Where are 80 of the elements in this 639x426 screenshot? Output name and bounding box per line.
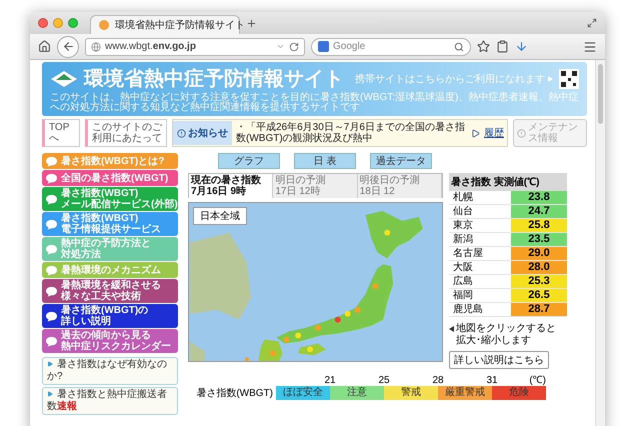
site-title: 環境省熱中症予防情報サイト — [84, 66, 345, 92]
qr-code-icon — [559, 68, 579, 88]
legend-tick: 25 — [378, 375, 390, 386]
speech-bubble-icon — [45, 218, 58, 230]
search-icon[interactable] — [454, 42, 464, 52]
browser-tab[interactable]: 環境省熱中症予防情報サイト — [90, 15, 240, 34]
legend-tick: (℃) — [529, 374, 546, 386]
search-engine-icon[interactable] — [318, 41, 329, 52]
fullscreen-icon[interactable] — [587, 18, 597, 28]
left-triangle-icon — [449, 326, 454, 332]
map-tab[interactable]: 明日の予測 17日 12時 — [273, 174, 358, 198]
zoom-button[interactable] — [68, 18, 78, 28]
value-cell: 28.7 — [511, 303, 567, 316]
clipboard-icon[interactable] — [496, 40, 509, 53]
play-icon[interactable] — [471, 128, 480, 138]
search-field[interactable]: Google — [311, 38, 471, 56]
sidebar-link[interactable]: 暑さ指数はなぜ有効なのか? — [42, 357, 178, 385]
value-cell: 25.3 — [511, 275, 567, 288]
alert-icon — [517, 128, 526, 138]
speech-bubble-icon — [45, 194, 58, 204]
speech-bubble-icon — [45, 172, 58, 184]
legend-label: 暑さ指数(WBGT) — [195, 386, 274, 400]
map-tab[interactable]: 現在の暑さ指数 7月16日 9時 — [189, 174, 274, 198]
legend-tick: 21 — [324, 375, 336, 386]
region-label: 日本全域 — [193, 207, 247, 225]
address-field[interactable]: www.wbgt.env.go.jp — [85, 38, 305, 56]
legend-segment: 警戒 — [384, 386, 438, 400]
triangle-icon — [47, 361, 53, 368]
sidebar-link[interactable]: 暑さ指数と熱中症搬送者数速報 — [42, 387, 178, 415]
speech-bubble-icon — [45, 336, 58, 346]
notice-text[interactable]: ・「平成26年6月30日～7月6日までの全国の暑さ指数(WBGT)の観測状況及び熱中 — [236, 122, 467, 144]
speech-bubble-icon — [45, 310, 58, 322]
reload-icon[interactable] — [289, 42, 299, 52]
legend-segment: 危険 — [492, 386, 546, 400]
legend-segment: 注意 — [330, 386, 384, 400]
top-link[interactable]: TOPへ — [42, 119, 80, 147]
triangle-icon — [47, 391, 53, 398]
value-cell: 23.5 — [511, 233, 567, 246]
legend-tick: 28 — [432, 375, 444, 386]
history-link[interactable]: 履歴 — [484, 126, 504, 140]
speech-bubble-icon — [45, 264, 58, 276]
alert-icon — [177, 128, 186, 138]
view-button[interactable]: 日 表 — [294, 153, 356, 169]
back-button[interactable] — [57, 36, 79, 58]
close-button[interactable] — [38, 18, 48, 28]
speech-bubble-icon — [45, 156, 58, 166]
about-link[interactable]: このサイトのご利用にあたって — [85, 119, 167, 147]
view-button[interactable]: 過去データ — [370, 153, 432, 169]
value-cell: 25.8 — [511, 219, 567, 232]
map-tab[interactable]: 明後日の予測 18日 12 — [358, 174, 442, 198]
value-cell: 29.0 — [511, 247, 567, 260]
view-button[interactable]: グラフ — [218, 153, 280, 169]
detail-button[interactable]: 詳しい説明はこちら — [449, 351, 549, 369]
globe-icon — [91, 42, 101, 52]
new-tab-icon[interactable] — [246, 18, 257, 28]
back-arrow-icon[interactable] — [62, 40, 74, 53]
value-cell: 28.0 — [511, 261, 567, 274]
value-cell: 26.5 — [511, 289, 567, 302]
value-cell: 24.7 — [511, 205, 567, 218]
home-icon[interactable] — [38, 40, 51, 53]
menu-icon[interactable] — [583, 40, 597, 54]
legend-segment: ほぼ安全 — [276, 386, 330, 400]
site-tagline: このサイトは、熱中症などに対する注意を促すことを目的に暑さ指数(WBGT:湿球黒球温度)、熱中症患者速報、熱中症への対処方法に関する知見など熱中症関連情報を提供するサイトです — [50, 93, 579, 113]
sidebar-menu-item[interactable]: 暑熱環境を緩和させる 様々な工夫や技術 — [42, 279, 178, 303]
speech-bubble-icon — [45, 286, 58, 296]
logo-icon — [50, 70, 78, 88]
scrollbar-thumb[interactable] — [598, 64, 603, 124]
table-header: 暑さ指数 実測値(℃) — [449, 173, 567, 191]
sidebar-menu-item[interactable]: 過去の傾向から見る 熱中症リスクカレンダー — [42, 329, 178, 353]
sidebar-menu-item[interactable]: 暑さ指数(WBGT)の 詳しい説明 — [42, 304, 178, 328]
legend-tick: 31 — [486, 375, 498, 386]
scrollbar[interactable] — [595, 60, 605, 426]
notice-label: お知らせ — [173, 121, 232, 145]
map-hint-text: 地図をクリックすると 拡大･縮小します — [456, 323, 556, 347]
value-cell: 23.8 — [511, 191, 567, 204]
favicon-icon — [99, 20, 109, 30]
download-icon[interactable] — [515, 40, 528, 53]
bookmark-star-icon[interactable] — [477, 40, 490, 53]
legend-segment: 厳重警戒 — [438, 386, 492, 400]
speech-bubble-icon — [45, 244, 58, 254]
